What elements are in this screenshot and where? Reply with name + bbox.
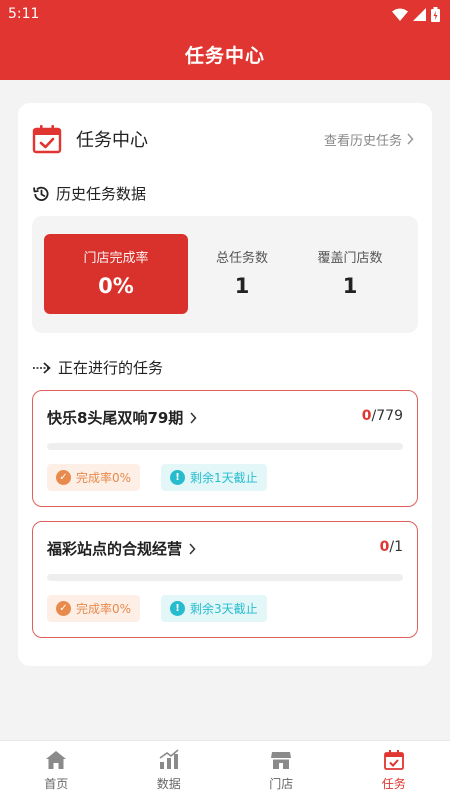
view-history-label: 查看历史任务 [323, 133, 402, 149]
stat-covered-stores: 覆盖门店数 1 [295, 234, 405, 314]
completion-rate-tag: ✓ 完成率0% [47, 464, 141, 491]
card-title: 任务中心 [76, 130, 148, 151]
task-name-label: 快乐8头尾双响79期 [47, 409, 184, 427]
completion-rate-label: 完成率0% [76, 602, 132, 616]
tab-tasks[interactable]: 任务 [338, 741, 450, 800]
deadline-label: 剩余3天截止 [190, 602, 258, 616]
task-card-1[interactable]: 快乐8头尾双响79期 0/779 ✓ 完成率0% ! 剩余1天截止 [32, 390, 418, 507]
task-done-count: 0 [361, 408, 372, 424]
stat-store-completion-rate: 门店完成率 0% [44, 234, 188, 314]
tab-data-label: 数据 [156, 777, 181, 791]
tab-tasks-label: 任务 [381, 777, 406, 791]
home-icon [46, 751, 67, 769]
chevron-right-icon [189, 542, 196, 555]
ongoing-section-title: 正在进行的任务 [32, 357, 163, 378]
task-progress-count: 0/779 [362, 408, 403, 424]
stat-label: 总任务数 [215, 251, 268, 266]
store-icon [271, 752, 292, 769]
task-progress-count: 0/1 [380, 539, 403, 555]
status-time: 5:11 [8, 6, 40, 22]
battery-icon [431, 6, 440, 22]
check-circle-icon: ✓ [56, 601, 71, 616]
stat-label: 覆盖门店数 [317, 251, 383, 266]
task-progress-bar [47, 574, 403, 581]
stat-value: 0% [98, 274, 134, 298]
task-calendar-icon [383, 750, 404, 770]
bottom-tab-bar: 首页 数据 门店 任务 [0, 740, 450, 800]
task-total-count: /1 [389, 539, 403, 555]
completion-rate-label: 完成率0% [76, 471, 132, 485]
task-center-card: 任务中心 查看历史任务 历史任务数据 门店完成率 0% 总任务数 1 覆盖门店数… [18, 103, 432, 666]
stat-value: 1 [234, 274, 250, 298]
task-name: 福彩站点的合规经营 [47, 538, 196, 559]
chevron-right-icon [190, 411, 197, 424]
task-card-2[interactable]: 福彩站点的合规经营 0/1 ✓ 完成率0% ! 剩余3天截止 [32, 521, 418, 638]
task-name: 快乐8头尾双响79期 [47, 407, 197, 428]
status-icons [392, 6, 440, 22]
page-title: 任务中心 [184, 44, 265, 67]
card-header: 任务中心 查看历史任务 [18, 103, 432, 175]
tab-store[interactable]: 门店 [225, 741, 338, 800]
tab-home[interactable]: 首页 [0, 741, 113, 800]
ongoing-section-label: 正在进行的任务 [58, 359, 164, 377]
history-icon [33, 186, 49, 201]
chevron-right-icon [407, 133, 414, 145]
completion-rate-tag: ✓ 完成率0% [47, 595, 141, 622]
task-name-label: 福彩站点的合规经营 [47, 540, 183, 558]
status-bar: 5:11 [0, 0, 450, 28]
stat-label: 门店完成率 [83, 251, 149, 266]
alert-circle-icon: ! [170, 601, 185, 616]
history-stats-panel: 门店完成率 0% 总任务数 1 覆盖门店数 1 [32, 216, 418, 333]
deadline-tag: ! 剩余1天截止 [161, 464, 267, 491]
history-section-title: 历史任务数据 [32, 183, 146, 204]
deadline-tag: ! 剩余3天截止 [161, 595, 267, 622]
app-header: 5:11 任务中心 [0, 0, 450, 80]
check-circle-icon: ✓ [56, 470, 71, 485]
stat-value: 1 [342, 274, 358, 298]
deadline-label: 剩余1天截止 [190, 471, 258, 485]
task-total-count: /779 [371, 408, 403, 424]
tab-home-label: 首页 [44, 777, 69, 791]
task-done-count: 0 [379, 539, 390, 555]
tab-store-label: 门店 [269, 777, 294, 791]
chart-icon [159, 749, 179, 769]
task-progress-bar [47, 443, 403, 450]
arrow-right-icon [33, 361, 51, 374]
tab-data[interactable]: 数据 [113, 741, 226, 800]
wifi-icon [392, 8, 408, 21]
view-history-link[interactable]: 查看历史任务 [324, 130, 414, 149]
signal-icon [413, 7, 426, 21]
alert-circle-icon: ! [170, 470, 185, 485]
stat-total-tasks: 总任务数 1 [187, 234, 297, 314]
history-section-label: 历史任务数据 [56, 185, 147, 203]
task-calendar-icon [32, 125, 62, 154]
